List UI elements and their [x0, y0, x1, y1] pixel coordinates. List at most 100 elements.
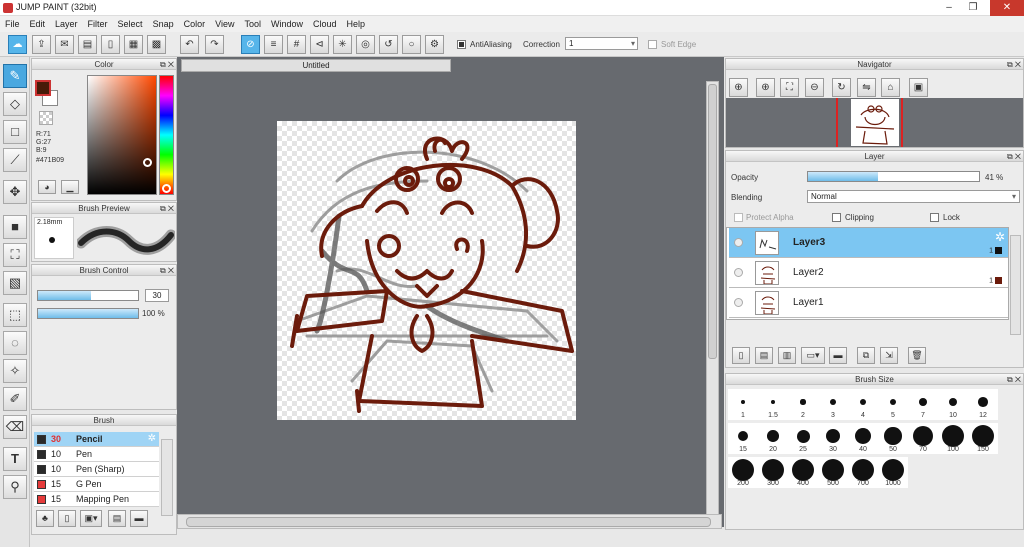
- brush-size-option[interactable]: 500: [818, 457, 848, 488]
- menu-color[interactable]: Color: [179, 16, 211, 32]
- share-icon[interactable]: ⇪: [32, 35, 51, 54]
- menu-cloud[interactable]: Cloud: [308, 16, 342, 32]
- menu-layer[interactable]: Layer: [50, 16, 83, 32]
- brush-size-option[interactable]: 40: [848, 423, 878, 454]
- document-list-icon[interactable]: ▦: [124, 35, 143, 54]
- brush-size-option[interactable]: 20: [758, 423, 788, 454]
- layer-visibility-icon[interactable]: [734, 238, 743, 247]
- panel-close-icon[interactable]: ⧉ ✕: [1007, 374, 1021, 385]
- drawing-canvas[interactable]: [277, 121, 576, 420]
- panel-close-icon[interactable]: ⧉ ✕: [160, 265, 174, 276]
- parallel-snap-icon[interactable]: ≡: [264, 35, 283, 54]
- correction-select[interactable]: 1 ▾: [565, 37, 638, 50]
- navigator-settings-icon[interactable]: ▣: [909, 78, 928, 97]
- panel-close-icon[interactable]: ⧉ ✕: [1007, 151, 1021, 162]
- bucket-tool-icon[interactable]: ⛶: [3, 243, 27, 267]
- grid-snap-icon[interactable]: #: [287, 35, 306, 54]
- eyedropper-tool-icon[interactable]: ⚲: [3, 475, 27, 499]
- shape-tool-icon[interactable]: □: [3, 120, 27, 144]
- layer-settings-gear-icon[interactable]: ✲: [995, 230, 1005, 244]
- perspective-snap-icon[interactable]: ⊲: [310, 35, 329, 54]
- move-tool-icon[interactable]: ✥: [3, 180, 27, 204]
- brush-size-option[interactable]: 100: [938, 423, 968, 454]
- brush-size-option[interactable]: 700: [848, 457, 878, 488]
- menu-help[interactable]: Help: [342, 16, 371, 32]
- fill-rect-tool-icon[interactable]: ■: [3, 215, 27, 239]
- brush-list-scrollbar[interactable]: [161, 439, 173, 516]
- brush-size-option[interactable]: 25: [788, 423, 818, 454]
- merge-layer-icon[interactable]: ⇲: [880, 347, 898, 364]
- brush-settings-icon[interactable]: ▤: [108, 510, 126, 527]
- document-tab[interactable]: Untitled: [181, 59, 451, 72]
- brush-size-option[interactable]: 1: [728, 389, 758, 420]
- canvas-horizontal-scroll-thumb[interactable]: [186, 517, 711, 527]
- rotate-view-icon[interactable]: ↻: [832, 78, 851, 97]
- brush-size-option[interactable]: 5: [878, 389, 908, 420]
- radial-snap-icon[interactable]: ✳: [333, 35, 352, 54]
- menu-select[interactable]: Select: [113, 16, 148, 32]
- color-palette-icon[interactable]: ◕: [38, 180, 56, 194]
- new-raster-layer-icon[interactable]: ▤: [755, 347, 773, 364]
- brush-list-item[interactable]: 15 Mapping Pen: [34, 492, 159, 507]
- brush-size-option[interactable]: 4: [848, 389, 878, 420]
- soft-edge-checkbox[interactable]: [648, 40, 657, 49]
- redo-icon[interactable]: ↷: [205, 35, 224, 54]
- menu-edit[interactable]: Edit: [25, 16, 51, 32]
- new-layer-icon[interactable]: ▯: [732, 347, 750, 364]
- foreground-color-swatch[interactable]: [35, 80, 51, 96]
- brush-folder-icon[interactable]: ▬: [130, 510, 148, 527]
- menu-filter[interactable]: Filter: [83, 16, 113, 32]
- lock-checkbox[interactable]: [930, 213, 939, 222]
- navigator-preview-area[interactable]: [726, 98, 1023, 147]
- zoom-out-icon[interactable]: ⊖: [805, 78, 824, 97]
- layer-opacity-slider[interactable]: [807, 171, 980, 182]
- brush-list-item[interactable]: 30 Pencil ✲: [34, 432, 159, 447]
- antialiasing-checkbox[interactable]: [457, 40, 466, 49]
- brush-size-option[interactable]: 7: [908, 389, 938, 420]
- fit-view-icon[interactable]: ⛶: [780, 78, 799, 97]
- maximize-button[interactable]: ❐: [962, 0, 984, 16]
- canvas-vertical-scroll-thumb[interactable]: [708, 84, 717, 359]
- zoom-in-alt-icon[interactable]: ⊕: [756, 78, 775, 97]
- comment-icon[interactable]: ✉: [55, 35, 74, 54]
- menu-tool[interactable]: Tool: [239, 16, 266, 32]
- zoom-in-icon[interactable]: ⊕: [729, 78, 748, 97]
- eraser-tool-icon[interactable]: ◇: [3, 92, 27, 116]
- close-window-button[interactable]: ✕: [990, 0, 1024, 16]
- line-tool-icon[interactable]: ⟋: [3, 148, 27, 172]
- curve-snap-icon[interactable]: ↺: [379, 35, 398, 54]
- layer-visibility-icon[interactable]: [734, 298, 743, 307]
- brush-tool-icon[interactable]: ✎: [3, 64, 27, 88]
- layer-row[interactable]: Layer3 1 ✲: [729, 228, 1008, 258]
- brush-size-option[interactable]: 200: [728, 457, 758, 488]
- new-text-layer-icon[interactable]: ▥: [778, 347, 796, 364]
- transparent-color-icon[interactable]: [39, 111, 53, 125]
- rect-select-tool-icon[interactable]: ⬚: [3, 303, 27, 327]
- brush-size-option[interactable]: 400: [788, 457, 818, 488]
- brush-opacity-slider[interactable]: [37, 308, 139, 319]
- layer-row[interactable]: Layer2 1: [729, 258, 1008, 288]
- magic-wand-tool-icon[interactable]: ✧: [3, 359, 27, 383]
- brush-size-option[interactable]: 1.5: [758, 389, 788, 420]
- hue-slider[interactable]: [159, 75, 174, 195]
- brush-size-input[interactable]: 30: [145, 289, 169, 302]
- new-folder-icon[interactable]: ▬: [829, 347, 847, 364]
- new-brush-icon[interactable]: ▯: [58, 510, 76, 527]
- cloud-icon[interactable]: ☁: [8, 35, 27, 54]
- panel-close-icon[interactable]: ⧉ ✕: [160, 59, 174, 70]
- layer-type-menu-icon[interactable]: ▭▾: [801, 347, 825, 364]
- snap-settings-gear-icon[interactable]: ⚙: [425, 35, 444, 54]
- brush-menu-icon[interactable]: ▣▾: [80, 510, 102, 527]
- delete-layer-icon[interactable]: 🗑: [908, 347, 926, 364]
- panel-close-icon[interactable]: ⧉ ✕: [160, 203, 174, 214]
- menu-file[interactable]: File: [0, 16, 25, 32]
- color-history-icon[interactable]: ▁: [61, 180, 79, 194]
- menu-snap[interactable]: Snap: [148, 16, 179, 32]
- panel-layout-icon[interactable]: ▩: [147, 35, 166, 54]
- lasso-select-tool-icon[interactable]: ◌: [3, 331, 27, 355]
- gradient-tool-icon[interactable]: ▧: [3, 271, 27, 295]
- minimize-button[interactable]: –: [938, 0, 960, 16]
- concentric-snap-icon[interactable]: ◎: [356, 35, 375, 54]
- brush-size-slider[interactable]: [37, 290, 139, 301]
- brush-list-item[interactable]: 15 G Pen: [34, 477, 159, 492]
